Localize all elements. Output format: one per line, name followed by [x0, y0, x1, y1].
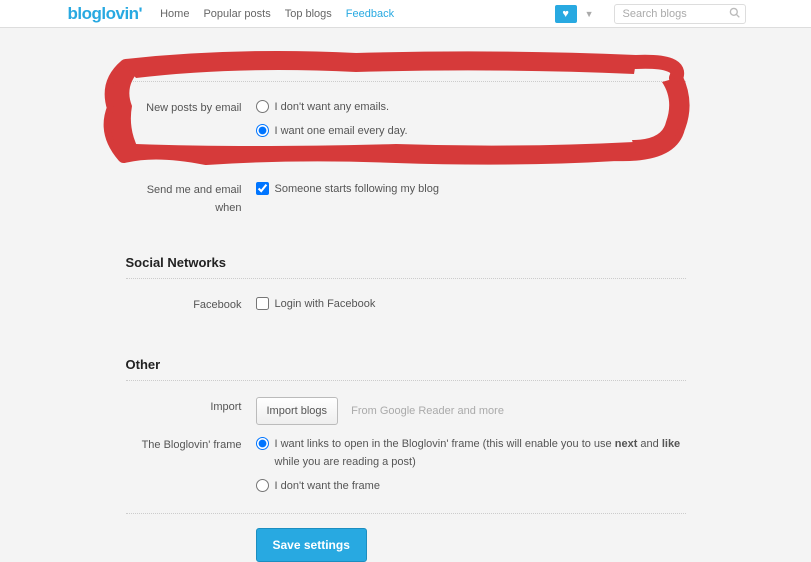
nav-popular-posts[interactable]: Popular posts — [203, 8, 270, 20]
section-title-other: Other — [126, 357, 686, 381]
label-bloglovin-frame: The Bloglovin' frame — [126, 435, 256, 501]
import-hint: From Google Reader and more — [351, 405, 504, 417]
radio-frame-yes-label[interactable]: I want links to open in the Bloglovin' f… — [275, 435, 686, 471]
label-import: Import — [126, 397, 256, 425]
label-new-posts-by-email: New posts by email — [126, 98, 256, 170]
radio-frame-no[interactable] — [256, 479, 269, 492]
save-settings-button[interactable]: Save settings — [256, 528, 367, 562]
import-blogs-button[interactable]: Import blogs — [256, 397, 339, 425]
nav-top-blogs[interactable]: Top blogs — [285, 8, 332, 20]
heart-icon: ♥ — [562, 8, 569, 20]
nav-home[interactable]: Home — [160, 8, 189, 20]
label-send-email-when: Send me and email when — [126, 180, 256, 217]
radio-every-update-label[interactable]: I want one email every time any of my fa… — [275, 146, 593, 164]
search-input[interactable] — [614, 4, 746, 24]
label-facebook: Facebook — [126, 295, 256, 319]
section-title-notifications: Notifications — [126, 58, 686, 82]
radio-daily-email-label[interactable]: I want one email every day. — [275, 122, 408, 140]
divider — [126, 513, 686, 514]
radio-frame-yes[interactable] — [256, 437, 269, 450]
radio-no-emails-label[interactable]: I don't want any emails. — [275, 98, 390, 116]
nav-feedback[interactable]: Feedback — [346, 8, 394, 20]
radio-daily-email[interactable] — [256, 124, 269, 137]
checkbox-follower-notify-label[interactable]: Someone starts following my blog — [275, 180, 439, 198]
checkbox-login-facebook[interactable] — [256, 297, 269, 310]
section-title-social: Social Networks — [126, 255, 686, 279]
checkbox-login-facebook-label[interactable]: Login with Facebook — [275, 295, 376, 313]
chevron-down-icon[interactable]: ▼ — [585, 9, 594, 19]
topbar: bloglovin' Home Popular posts Top blogs … — [0, 0, 811, 28]
radio-every-update[interactable] — [256, 148, 269, 161]
logo[interactable]: bloglovin' — [68, 4, 143, 24]
radio-frame-no-label[interactable]: I don't want the frame — [275, 477, 380, 495]
radio-no-emails[interactable] — [256, 100, 269, 113]
checkbox-follower-notify[interactable] — [256, 182, 269, 195]
heart-button[interactable]: ♥ — [555, 5, 577, 23]
